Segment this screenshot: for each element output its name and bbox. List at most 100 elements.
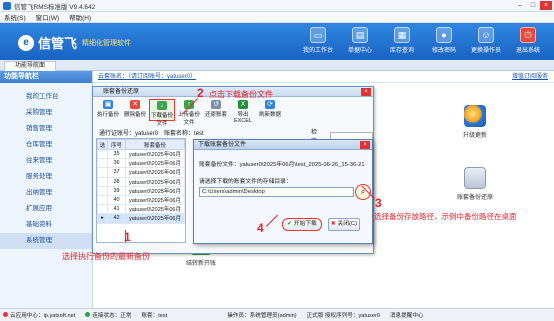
table-row[interactable]: 41 yatuser0\2025年06月: [97, 204, 185, 215]
run-backup-button[interactable]: ▣ 执行备份: [95, 99, 121, 121]
backup-grid: 选 序号 账套备份 35 yatuser0\2025年06月 36 yatuser0…: [96, 138, 186, 243]
col-select: 选: [97, 139, 108, 150]
status-account-set: 账套：test: [141, 313, 168, 319]
sidebar-item-purchase[interactable]: 采购管理: [0, 105, 92, 121]
stock-icon: ▦: [394, 27, 410, 43]
brand-name: 信管飞: [38, 36, 78, 51]
sidebar-item-warehouse[interactable]: 仓库管理: [0, 137, 92, 153]
annotation-2-text: 点击下载备份文件: [209, 90, 273, 99]
logo-icon: e: [18, 34, 34, 51]
table-row[interactable]: 39 yatuser0\2025年06月: [97, 185, 185, 196]
sidebar-item-system[interactable]: 系统管理: [0, 233, 92, 249]
cloud-center: 云应用中心：ip.yatsoft.net: [3, 311, 75, 319]
topnav-switch-user[interactable]: ☺ 更换操作员: [468, 27, 504, 54]
breadcrumb[interactable]: 云套账名：（请订阅账号：yatuser0）: [93, 71, 554, 83]
excel-icon: X: [238, 100, 248, 109]
status-edition: 正式版 授权序列号：yatuser0: [306, 313, 380, 319]
annotation-3-text: 选择备份存放路径，示例中备份路径在桌面: [374, 212, 517, 221]
backup-icon: ▣: [103, 100, 113, 109]
sidebar-item-cashier[interactable]: 出纳管理: [0, 185, 92, 201]
row-pointer-icon: ▸: [97, 213, 108, 224]
app-icon: [3, 1, 11, 10]
path-input[interactable]: C:\Users\admin\Desktop: [199, 187, 354, 197]
brand: e 信管飞 精细化管理软件: [18, 33, 131, 52]
maximize-button[interactable]: □: [527, 1, 539, 10]
account-value: yatuser0: [135, 131, 159, 137]
sidebar-item-sales[interactable]: 销售管理: [0, 121, 92, 137]
filter-row: 通行证账号：yatuser0 账套名称：test: [99, 128, 204, 137]
backup-close-button[interactable]: ×: [361, 88, 371, 96]
backup-toolbar: ▣ 执行备份 ✕ 删除备份 ↓ 下载备份文件 ↑ 上传备份文件 ↺ 还原账套 X 导出EXC…: [95, 99, 283, 127]
status-dot-icon: [85, 312, 91, 317]
annotation-2-number: 2: [197, 86, 204, 100]
lock-icon: ●: [436, 27, 452, 43]
close-window-button[interactable]: ×: [540, 1, 552, 10]
download-dialog: 下载账套备份文件 × 账套备份文件：yatuser0\2025年06月\test…: [193, 139, 373, 244]
top-nav: ▭ 我的工作台 ▤ 单据中心 ▦ 库存查询 ● 修改密码 ☺ 更换操作员 ⏻ 退出系统: [300, 27, 546, 54]
export-excel-button[interactable]: X 导出EXCEL: [230, 99, 256, 124]
minimize-button[interactable]: –: [514, 1, 526, 10]
brand-header: e 信管飞 精细化管理软件 ▭ 我的工作台 ▤ 单据中心 ▦ 库存查询 ● 修改密码 ☺…: [0, 23, 554, 60]
tile-upgrade[interactable]: 升级更新: [451, 105, 499, 139]
restore-button[interactable]: ↺ 还原账套: [203, 99, 229, 121]
desk-icon: ▭: [310, 27, 326, 43]
delete-icon: ✕: [130, 100, 140, 109]
user-icon: ☺: [478, 27, 494, 43]
dialog-close-button[interactable]: ✖ 关闭(C): [328, 218, 360, 231]
upload-backup-button[interactable]: ↑ 上传备份文件: [176, 99, 202, 126]
account-label: 通行证账号：: [99, 131, 136, 137]
col-backup: 账套备份: [125, 139, 185, 150]
download-backup-button[interactable]: ↓ 下载备份文件: [149, 99, 175, 127]
table-row[interactable]: 37 yatuser0\2025年06月: [97, 167, 185, 178]
menu-help[interactable]: 帮助(H): [69, 12, 91, 22]
sidebar-item-workbench[interactable]: 我的工作台: [0, 89, 92, 105]
globe-icon: [464, 105, 486, 127]
restore-icon: ↺: [211, 100, 221, 109]
set-label: 账套名称：: [164, 131, 195, 137]
sidebar-item-basics[interactable]: 基础资料: [0, 217, 92, 233]
set-value: test: [194, 131, 204, 137]
delete-backup-button[interactable]: ✕ 删除备份: [122, 99, 148, 121]
topnav-stock[interactable]: ▦ 库存查询: [384, 27, 420, 54]
brand-slogan: 精细化管理软件: [82, 39, 132, 47]
sidebar-item-accounts[interactable]: 往来管理: [0, 153, 92, 169]
table-row[interactable]: 40 yatuser0\2025年06月: [97, 194, 185, 206]
table-row[interactable]: 35 yatuser0\2025年06月: [97, 148, 185, 160]
power-icon: ⏻: [520, 27, 536, 43]
refresh-data-button[interactable]: ⟳ 刷新数据: [257, 99, 283, 121]
backup-file-label: 账套备份文件：yatuser0\2025年06月\test_2025-06-26…: [199, 162, 365, 168]
sidebar-item-service[interactable]: 服务处理: [0, 169, 92, 185]
topnav-docs[interactable]: ▤ 单据中心: [342, 27, 378, 54]
annotation-1-text: 选择执行备份的最新备份: [62, 252, 150, 261]
tab-nav[interactable]: 功能导航面: [4, 61, 56, 71]
title-bar: 信管飞RMS标准版 V9.4.642 – □ ×: [0, 0, 554, 12]
table-row[interactable]: 38 yatuser0\2025年06月: [97, 176, 185, 187]
annotation-4-number: 4: [257, 221, 264, 235]
menu-window[interactable]: 窗口(W): [36, 12, 59, 22]
status-dot-icon: [3, 312, 8, 317]
menu-system[interactable]: 系统(S): [4, 12, 26, 22]
sidebar: 功能导航栏 我的工作台 采购管理 销售管理 仓库管理 往来管理 服务处理 出纳管…: [0, 71, 93, 308]
table-row-selected[interactable]: ▸ 42 yatuser0\2025年06月: [97, 213, 185, 224]
col-no: 序号: [107, 139, 126, 150]
dialog-close-x[interactable]: ×: [360, 141, 370, 149]
status-bar: 云应用中心：ip.yatsoft.net 连接状态：正常 账套：test 操作员…: [0, 308, 554, 321]
menu-bar: 系统(S) 窗口(W) 帮助(H): [0, 12, 554, 23]
connection-status: 连接状态：正常: [85, 311, 131, 319]
topnav-workbench[interactable]: ▭ 我的工作台: [300, 27, 336, 54]
table-row[interactable]: 36 yatuser0\2025年06月: [97, 158, 185, 169]
subscribe-link[interactable]: 增值订阅服务: [512, 71, 548, 83]
topnav-exit[interactable]: ⏻ 退出系统: [510, 27, 546, 54]
sidebar-title: 功能导航栏: [0, 71, 92, 83]
window-title: 信管飞RMS标准版 V9.4.642: [14, 3, 96, 11]
topnav-password[interactable]: ● 修改密码: [426, 27, 462, 54]
tab-strip: 功能导航面: [0, 60, 554, 71]
sidebar-item-extensions[interactable]: 扩展应用: [0, 201, 92, 217]
annotation-3-number: 3: [375, 196, 382, 210]
annotation-1-arrow: [125, 230, 126, 242]
start-download-button[interactable]: ✔ 开始下载: [282, 218, 322, 231]
message-center[interactable]: 消息提醒中心: [390, 311, 424, 319]
refresh-data-icon: ⟳: [265, 100, 275, 109]
download-dialog-title: 下载账套备份文件: [194, 140, 372, 150]
tile-backup-restore[interactable]: 账套备份还原: [451, 167, 499, 201]
